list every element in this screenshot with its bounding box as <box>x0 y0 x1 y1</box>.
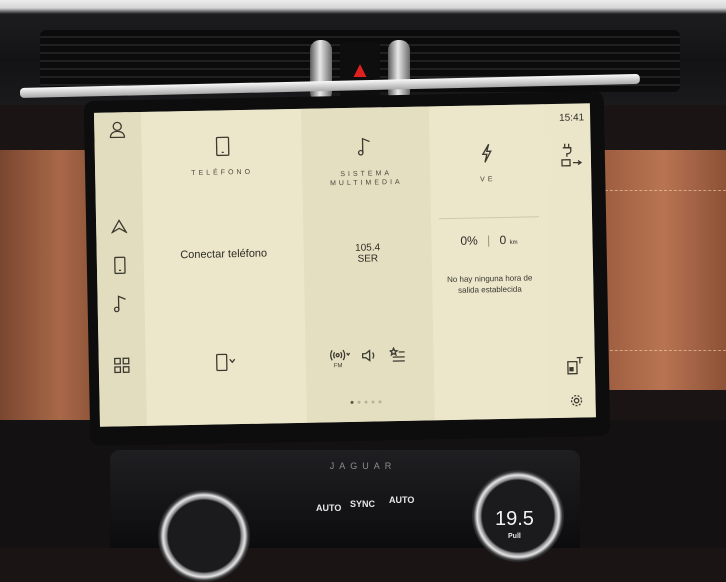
phone-menu-icon[interactable] <box>216 353 238 371</box>
right-rail <box>545 141 596 418</box>
climate-sync-button[interactable]: SYNC <box>350 499 375 509</box>
ev-divider <box>439 216 539 219</box>
charge-station-icon[interactable] <box>567 356 585 374</box>
apps-grid-icon[interactable] <box>114 357 130 373</box>
volume-icon[interactable] <box>362 348 378 362</box>
brand-logo: JAGUAR <box>318 461 408 472</box>
vent-knob-right[interactable] <box>388 40 410 102</box>
media-panel[interactable]: SISTEMA MULTIMEDIA 105.4 SER FM <box>301 106 435 422</box>
radio-station-name: SER <box>304 252 432 265</box>
vent-knob-left[interactable] <box>310 40 332 102</box>
leather-stitching <box>600 190 726 191</box>
ev-panel-title: VE <box>430 174 545 185</box>
ev-panel[interactable]: VE 0% | 0 km No hay ninguna hora de sali… <box>429 104 550 420</box>
range-unit: km <box>510 240 518 246</box>
profile-icon[interactable] <box>108 120 126 138</box>
leather-panel-right <box>600 150 726 390</box>
page-dot[interactable] <box>365 401 368 404</box>
settings-icon[interactable] <box>569 393 583 407</box>
right-temperature: 19.5 <box>495 508 534 531</box>
lightning-icon <box>480 143 494 163</box>
infotainment-screen: TELÉFONO Conectar teléfono SISTEMA MULTI… <box>94 103 596 426</box>
connect-phone-link[interactable]: Conectar teléfono <box>144 247 304 262</box>
seat-heat-icon[interactable] <box>561 158 583 166</box>
range-value: 0 <box>499 233 506 247</box>
climate-auto-button-left[interactable]: AUTO <box>316 503 341 513</box>
page-dot[interactable] <box>372 400 375 403</box>
music-icon[interactable] <box>113 294 127 312</box>
clock: 15:41 <box>559 112 584 123</box>
favourites-list-icon[interactable] <box>390 347 406 362</box>
temperature-dial-left[interactable] <box>158 490 250 582</box>
media-panel-title-line2: MULTIMEDIA <box>302 177 430 188</box>
leather-stitching <box>600 350 726 351</box>
phone-icon[interactable] <box>114 256 126 274</box>
page-dot[interactable] <box>358 401 361 404</box>
ev-charge-summary: 0% | 0 km <box>431 232 546 248</box>
dial-pull-label: Pull <box>508 533 521 540</box>
phone-panel[interactable]: TELÉFONO Conectar teléfono <box>141 109 307 426</box>
radio-signal-icon[interactable] <box>330 348 352 362</box>
navigation-icon[interactable] <box>111 219 127 233</box>
page-dot[interactable] <box>351 401 354 404</box>
hazard-triangle-icon: ▲ <box>349 57 371 83</box>
value-separator: | <box>487 233 490 247</box>
music-icon <box>357 136 371 156</box>
departure-time-message: No hay ninguna hora de salida establecid… <box>438 272 541 296</box>
phone-panel-title: TELÉFONO <box>142 167 302 179</box>
climate-auto-button-right[interactable]: AUTO <box>389 495 414 505</box>
ev-plug-icon[interactable] <box>561 142 577 158</box>
battery-charge: 0% <box>460 233 478 247</box>
left-rail <box>94 112 147 427</box>
band-label: FM <box>334 363 343 369</box>
infotainment-bezel: TELÉFONO Conectar teléfono SISTEMA MULTI… <box>84 91 611 446</box>
page-indicator[interactable] <box>351 400 382 404</box>
page-dot[interactable] <box>379 400 382 403</box>
phone-icon <box>215 136 229 156</box>
